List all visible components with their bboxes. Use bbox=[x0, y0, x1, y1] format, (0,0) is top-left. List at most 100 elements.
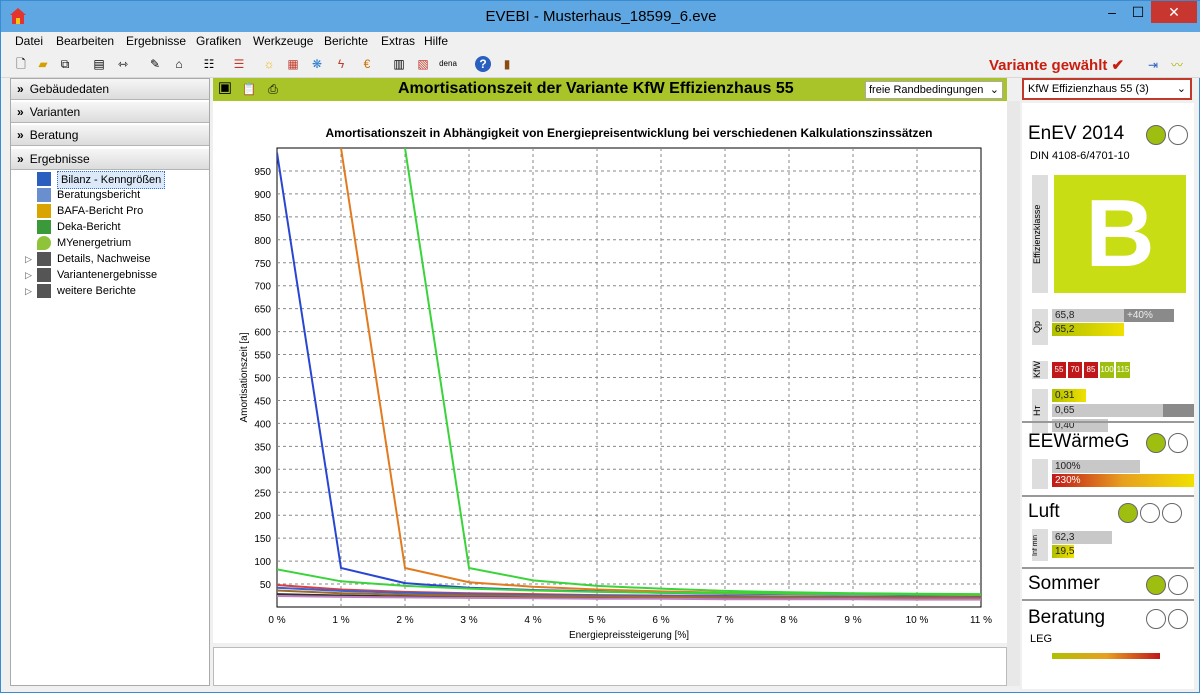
report-icon[interactable]: ▥ bbox=[391, 56, 407, 72]
ventilation-icon[interactable]: ❋ bbox=[309, 56, 325, 72]
status-circle-off bbox=[1140, 503, 1160, 523]
chart-header-title: Amortisationszeit der Variante KfW Effiz… bbox=[398, 80, 794, 97]
condition-dropdown[interactable]: freie Randbedingungen ⌄ bbox=[865, 81, 1003, 99]
luft-title: Luft bbox=[1028, 501, 1060, 522]
enev-title: EnEV 2014 bbox=[1028, 123, 1125, 144]
eewaermeg-section: EEWärmeG 100% 230% bbox=[1022, 421, 1194, 493]
minimize-button[interactable]: – bbox=[1099, 1, 1125, 23]
y-tick-label: 750 bbox=[254, 259, 271, 270]
beratung-sub: LEG bbox=[1030, 633, 1053, 645]
tree-item-variantenergebnisse[interactable]: ▷ Variantenergebnisse bbox=[11, 267, 209, 283]
kfw-scale: 55 70 85 100 115 bbox=[1052, 362, 1152, 378]
chevron-down-icon: ⌄ bbox=[1176, 83, 1186, 95]
variant-dropdown[interactable]: KfW Effizienzhaus 55 (3) ⌄ bbox=[1022, 78, 1192, 100]
beratung-bar bbox=[1052, 653, 1160, 659]
maximize-button[interactable]: ☐ bbox=[1125, 1, 1151, 23]
y-axis-label: Amortisationszeit [a] bbox=[239, 332, 250, 422]
tree-item-beratungsbericht[interactable]: Beratungsbericht bbox=[11, 187, 209, 203]
report-icon bbox=[37, 188, 51, 202]
expand-arrow-icon[interactable]: ▷ bbox=[25, 283, 32, 299]
x-tick-label: 1 % bbox=[332, 615, 349, 626]
menu-werkzeuge[interactable]: Werkzeuge bbox=[253, 34, 313, 48]
tree-item-deka[interactable]: Deka-Bericht bbox=[11, 219, 209, 235]
print-icon[interactable]: ⎙ bbox=[265, 81, 281, 97]
sun-icon[interactable]: ☼ bbox=[261, 56, 277, 72]
x-tick-label: 8 % bbox=[780, 615, 797, 626]
ee-label-box bbox=[1032, 459, 1048, 489]
tree-item-weitere-berichte[interactable]: ▷ weitere Berichte bbox=[11, 283, 209, 299]
x-tick-label: 5 % bbox=[588, 615, 605, 626]
section-ergebnisse[interactable]: » Ergebnisse bbox=[11, 149, 209, 170]
enev-standard: DIN 4108-6/4701-10 bbox=[1030, 150, 1130, 162]
close-button[interactable]: ✕ bbox=[1151, 1, 1197, 23]
section-varianten[interactable]: » Varianten bbox=[11, 102, 209, 123]
ht-value-2: 0,65 bbox=[1052, 404, 1194, 417]
menu-hilfe[interactable]: Hilfe bbox=[424, 34, 448, 48]
kfw-85: 85 bbox=[1084, 362, 1098, 378]
book-icon bbox=[37, 252, 51, 266]
luft-value-2: 19,5 bbox=[1052, 545, 1074, 558]
status-circle-off bbox=[1162, 503, 1182, 523]
kfw-label: KfW bbox=[1032, 361, 1048, 379]
beratung-section: Beratung LEG bbox=[1022, 599, 1194, 689]
y-tick-label: 600 bbox=[254, 328, 271, 339]
y-tick-label: 850 bbox=[254, 213, 271, 224]
status-circle-on bbox=[1146, 433, 1166, 453]
y-tick-label: 800 bbox=[254, 236, 271, 247]
chevron-right-icon: » bbox=[17, 105, 24, 119]
clipboard-icon[interactable]: 📋 bbox=[241, 81, 257, 97]
sommer-title: Sommer bbox=[1028, 573, 1100, 594]
expand-arrow-icon[interactable]: ▷ bbox=[25, 267, 32, 283]
section-gebaeudedaten[interactable]: » Gebäudedaten bbox=[11, 79, 209, 100]
transfer-icon[interactable]: ⇥ bbox=[1145, 57, 1161, 73]
trend-line-icon[interactable]: 〰 bbox=[1169, 57, 1185, 73]
help-icon[interactable]: ? bbox=[475, 56, 491, 72]
menu-extras[interactable]: Extras bbox=[381, 34, 415, 48]
y-tick-label: 700 bbox=[254, 282, 271, 293]
qp-target-bar: 65,2 bbox=[1052, 323, 1124, 336]
eewaermeg-title: EEWärmeG bbox=[1028, 431, 1130, 452]
dena-icon[interactable]: dena bbox=[437, 56, 459, 72]
cost-icon[interactable]: € bbox=[359, 56, 375, 72]
menu-berichte[interactable]: Berichte bbox=[324, 34, 368, 48]
chart-title: Amortisationszeit in Abhängigkeit von En… bbox=[325, 126, 932, 140]
tree-item-bafa[interactable]: BAFA-Bericht Pro bbox=[11, 203, 209, 219]
beratung-title: Beratung bbox=[1028, 607, 1106, 628]
x-tick-label: 11 % bbox=[970, 615, 992, 626]
new-file-icon[interactable]: 🗋 bbox=[13, 56, 29, 72]
menu-bearbeiten[interactable]: Bearbeiten bbox=[56, 34, 114, 48]
status-circle-on bbox=[1118, 503, 1138, 523]
tree-item-myenergetrium[interactable]: MYenergetrium bbox=[11, 235, 209, 251]
status-circle-off bbox=[1168, 609, 1188, 629]
scrollbar[interactable] bbox=[1007, 101, 1020, 686]
tree-item-bilanz[interactable]: Bilanz - Kenngrößen bbox=[11, 171, 209, 189]
menu-ergebnisse[interactable]: Ergebnisse bbox=[126, 34, 186, 48]
copy-icon[interactable]: ⧉ bbox=[57, 56, 73, 72]
chart-report-icon[interactable]: ▧ bbox=[415, 56, 431, 72]
tree-structure-icon[interactable]: ☷ bbox=[201, 56, 217, 72]
section-beratung[interactable]: » Beratung bbox=[11, 125, 209, 146]
tree-item-details[interactable]: ▷ Details, Nachweise bbox=[11, 251, 209, 267]
x-tick-label: 9 % bbox=[844, 615, 861, 626]
house-icon[interactable]: ⌂ bbox=[171, 56, 187, 72]
list-icon[interactable]: ☰ bbox=[231, 56, 247, 72]
electricity-icon[interactable]: ϟ bbox=[333, 56, 349, 72]
y-tick-label: 250 bbox=[254, 488, 271, 499]
efficiency-class-badge: B bbox=[1054, 175, 1186, 293]
luft-value-1: 62,3 bbox=[1052, 531, 1112, 544]
dimension-icon[interactable]: ⇿ bbox=[115, 56, 131, 72]
app-window: EVEBI - Musterhaus_18599_6.eve – ☐ ✕ Dat… bbox=[0, 0, 1200, 693]
kfw-115: 115 bbox=[1116, 362, 1130, 378]
calculator-icon[interactable]: ▮ bbox=[499, 56, 515, 72]
x-tick-label: 4 % bbox=[524, 615, 541, 626]
pencil-icon[interactable]: ✎ bbox=[147, 56, 163, 72]
document-icon[interactable]: ▤ bbox=[91, 56, 107, 72]
kfw-70: 70 bbox=[1068, 362, 1082, 378]
expand-arrow-icon[interactable]: ▷ bbox=[25, 251, 32, 267]
chevron-right-icon: » bbox=[17, 82, 24, 96]
menu-grafiken[interactable]: Grafiken bbox=[196, 34, 241, 48]
menu-datei[interactable]: Datei bbox=[15, 34, 43, 48]
save-icon[interactable]: ▣ bbox=[217, 80, 233, 96]
heating-icon[interactable]: ▦ bbox=[285, 56, 301, 72]
open-folder-icon[interactable]: ▰ bbox=[35, 56, 51, 72]
